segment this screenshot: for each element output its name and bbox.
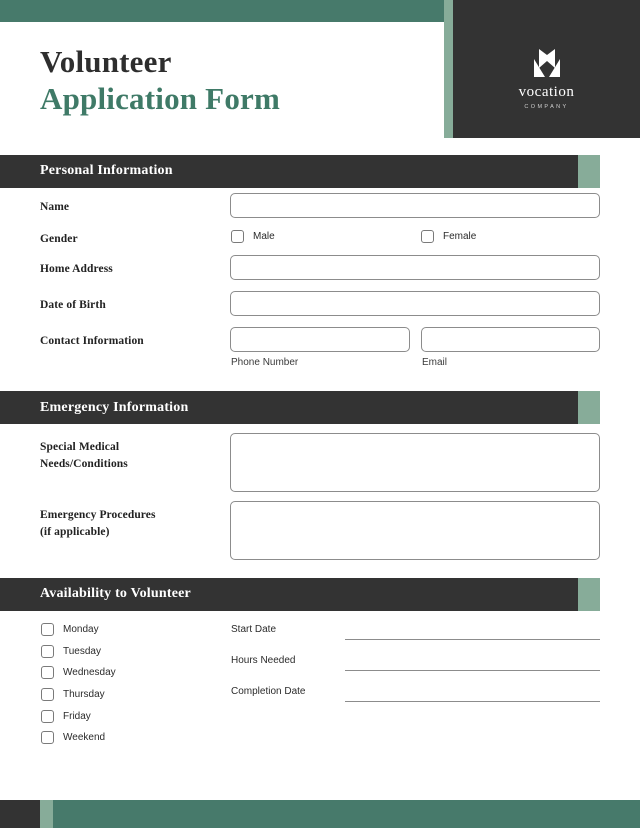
checkbox-friday-label: Friday — [63, 711, 91, 722]
checkbox-monday-label: Monday — [63, 624, 99, 635]
brand-lockup: vocation COMPANY — [453, 46, 640, 110]
input-name[interactable] — [230, 193, 600, 218]
footer-accent-strip — [40, 800, 53, 828]
label-emergency-procedures-line-1: Emergency Procedures — [40, 509, 156, 521]
checkbox-day-monday[interactable]: Monday — [41, 623, 99, 636]
input-email[interactable] — [421, 327, 600, 352]
label-date-of-birth: Date of Birth — [40, 299, 106, 311]
label-contact-information: Contact Information — [40, 335, 144, 347]
label-home-address: Home Address — [40, 263, 113, 275]
checkbox-male-box[interactable] — [231, 230, 244, 243]
label-special-medical-needs-line-1: Special Medical — [40, 441, 120, 453]
footer-green-bar — [53, 800, 640, 828]
label-start-date: Start Date — [231, 624, 277, 635]
label-gender: Gender — [40, 233, 78, 245]
checkbox-weekend-label: Weekend — [63, 732, 106, 743]
checkbox-day-thursday[interactable]: Thursday — [41, 688, 105, 701]
checkbox-tuesday-label: Tuesday — [63, 646, 101, 657]
checkbox-day-friday[interactable]: Friday — [41, 710, 91, 723]
brand-panel: vocation COMPANY — [453, 0, 640, 138]
header-accent-strip — [444, 0, 453, 138]
checkbox-thursday-label: Thursday — [63, 689, 105, 700]
brand-subtitle: COMPANY — [524, 103, 569, 110]
label-special-medical-needs-line-2: Needs/Conditions — [40, 458, 128, 471]
label-hours-needed: Hours Needed — [231, 655, 296, 666]
checkbox-day-wednesday[interactable]: Wednesday — [41, 666, 116, 679]
textarea-emergency-procedures[interactable] — [230, 501, 600, 560]
label-emergency-procedures: Emergency Procedures (if applicable) — [40, 507, 156, 542]
checkbox-gender-male[interactable]: Male — [231, 230, 275, 243]
input-phone-number[interactable] — [230, 327, 410, 352]
checkbox-thursday-box[interactable] — [41, 688, 54, 701]
checkbox-day-weekend[interactable]: Weekend — [41, 731, 105, 744]
checkbox-tuesday-box[interactable] — [41, 645, 54, 658]
checkbox-day-tuesday[interactable]: Tuesday — [41, 645, 101, 658]
section-heading-emergency-information: Emergency Information — [40, 400, 189, 415]
section-header-accent-personal — [578, 155, 600, 188]
section-heading-personal-information: Personal Information — [40, 163, 173, 178]
checkbox-wednesday-label: Wednesday — [63, 667, 116, 678]
vocation-logo-icon — [533, 49, 560, 77]
footer-dark-block — [0, 800, 40, 828]
checkbox-weekend-box[interactable] — [41, 731, 54, 744]
checkbox-female-label: Female — [443, 231, 477, 242]
section-header-accent-availability — [578, 578, 600, 611]
checkbox-female-box[interactable] — [421, 230, 434, 243]
label-special-medical-needs: Special Medical Needs/Conditions — [40, 439, 128, 474]
page-title-line-1: Volunteer — [40, 44, 172, 79]
input-start-date[interactable] — [345, 639, 600, 640]
checkbox-gender-female[interactable]: Female — [421, 230, 476, 243]
sublabel-phone-number: Phone Number — [231, 357, 299, 368]
page-title-line-2: Application Form — [40, 80, 280, 116]
label-emergency-procedures-line-2: (if applicable) — [40, 526, 110, 539]
checkbox-friday-box[interactable] — [41, 710, 54, 723]
header-top-green-bar — [0, 0, 444, 22]
section-heading-availability: Availability to Volunteer — [40, 586, 191, 601]
section-header-accent-emergency — [578, 391, 600, 424]
checkbox-wednesday-box[interactable] — [41, 666, 54, 679]
textarea-special-medical-needs[interactable] — [230, 433, 600, 492]
input-date-of-birth[interactable] — [230, 291, 600, 316]
input-hours-needed[interactable] — [345, 670, 600, 671]
input-completion-date[interactable] — [345, 701, 600, 702]
checkbox-male-label: Male — [253, 231, 275, 242]
label-completion-date: Completion Date — [231, 686, 306, 697]
input-home-address[interactable] — [230, 255, 600, 280]
page-title: Volunteer Application Form — [40, 44, 430, 117]
sublabel-email: Email — [422, 357, 448, 368]
checkbox-monday-box[interactable] — [41, 623, 54, 636]
brand-name: vocation — [518, 84, 575, 100]
label-name: Name — [40, 201, 70, 213]
volunteer-application-form-page: vocation COMPANY Volunteer Application F… — [0, 0, 640, 828]
